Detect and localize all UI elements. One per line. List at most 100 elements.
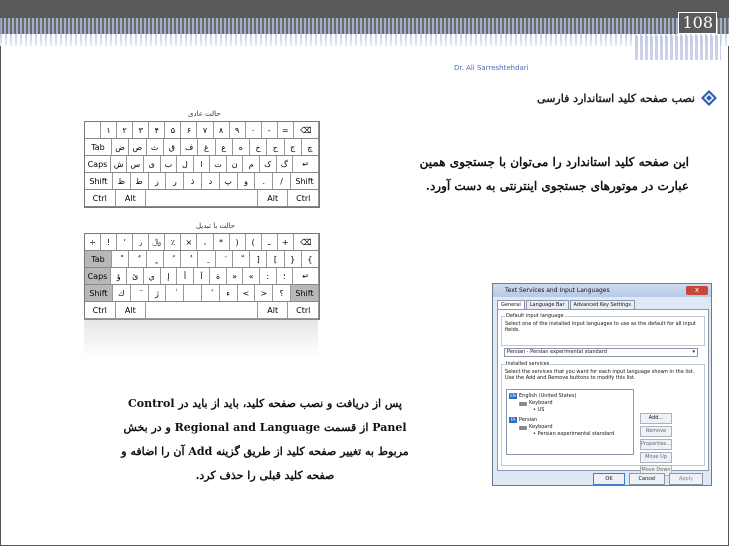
default-input-select[interactable]: Persian - Persian experimental standard … <box>504 348 698 357</box>
keyboard-key: Ctrl <box>288 190 319 206</box>
keyboard-key: ، <box>197 234 214 250</box>
keyboard-key: ک <box>260 156 277 172</box>
keyboard-key: } <box>285 251 302 267</box>
tree-lang-persian[interactable]: Persian <box>519 417 537 423</box>
keyboard-key: { <box>302 251 319 267</box>
keyboard-key: ( <box>246 234 262 250</box>
tab-advanced-key-settings[interactable]: Advanced Key Settings <box>569 300 635 309</box>
close-button[interactable]: x <box>686 286 708 295</box>
slide-heading: نصب صفحه کلید استاندارد فارسی <box>537 92 695 105</box>
apply-button[interactable]: Apply <box>669 473 703 485</box>
keyboard-key: ۱ <box>101 122 118 138</box>
ok-button[interactable]: OK <box>593 473 625 485</box>
keyboard-key: ة <box>210 268 227 284</box>
language-en-icon: EN <box>509 393 517 399</box>
keyboard-key: ‌ <box>184 285 202 301</box>
keyboard-key: ـ <box>262 234 278 250</box>
keyboard-key: * <box>214 234 230 250</box>
installed-services-desc: Select the services that you want for ea… <box>505 369 695 381</box>
keyboard-key: Shift <box>85 285 113 301</box>
keyboard-key: ؟ <box>273 285 292 301</box>
keyboard-key: ا <box>194 156 211 172</box>
page-number: 108 <box>678 12 717 34</box>
keyboard-key: ۵ <box>165 122 182 138</box>
keyboard-key: « <box>243 268 260 284</box>
keyboard-key: [ <box>267 251 285 267</box>
keyboard-key: ] <box>250 251 268 267</box>
keyboard-key: ث <box>147 139 164 155</box>
keyboard-key: آ <box>194 268 211 284</box>
tree-keyboard-persian[interactable]: Keyboard <box>529 424 553 430</box>
keyboard-key: ۲ <box>117 122 134 138</box>
tab-language-bar[interactable]: Language Bar <box>525 300 569 309</box>
add-button[interactable]: Add... <box>640 413 672 424</box>
keyboard-key: > <box>255 285 274 301</box>
move-up-button[interactable]: Move Up <box>640 452 672 463</box>
keyboard-key: ی <box>144 156 161 172</box>
tree-lang-english[interactable]: English (United States) <box>519 393 576 399</box>
keyboard-key: ل <box>177 156 194 172</box>
keyboard-key: ه <box>233 139 250 155</box>
keyboard-key: Tab <box>85 139 112 155</box>
keyboard-key: Shift <box>291 285 319 301</box>
keyboard-key: ↵ <box>293 156 319 172</box>
keyboard-key: ٍ <box>147 251 164 267</box>
keyboard-key: ۴ <box>149 122 166 138</box>
keyboard-key: ّ <box>233 251 250 267</box>
keyboard-key: ؛ <box>277 268 294 284</box>
keyboard-key: ﷼ <box>149 234 166 250</box>
tree-keyboard-english[interactable]: Keyboard <box>529 400 553 406</box>
keyboard-key: ن <box>227 156 244 172</box>
keyboard-key: ي <box>144 268 161 284</box>
cancel-button[interactable]: Cancel <box>629 473 665 485</box>
keyboard-key: ) <box>230 234 246 250</box>
properties-button[interactable]: Properties... <box>640 439 672 450</box>
keyboard-key: چ <box>302 139 319 155</box>
keyboard-key: - <box>262 122 278 138</box>
diamond-bullet-icon <box>701 90 717 106</box>
keyboard-key: Ctrl <box>85 190 116 206</box>
tree-item-us-label: US <box>537 407 545 413</box>
keyboard-icon <box>519 402 527 406</box>
keyboard-key: د <box>202 173 220 189</box>
tree-item-us[interactable]: • US <box>533 407 544 413</box>
decorative-blocks <box>635 36 721 60</box>
keyboard-shift: ÷!٬٫﷼٪×،*)(ـ+⌫Tabًٌٍَُِّْ][}{Capsؤئيإأآة… <box>84 233 320 320</box>
keyboard-key: خ <box>250 139 268 155</box>
keyboard-key: ٌ <box>129 251 147 267</box>
keyboard-key: ۷ <box>197 122 214 138</box>
keyboard-row: Tabًٌٍَُِّْ][}{ <box>85 251 319 268</box>
keyboard-key: ُ <box>181 251 199 267</box>
keyboard-key: ! <box>101 234 118 250</box>
remove-button[interactable]: Remove <box>640 426 672 437</box>
keyboard-key: ٫ <box>133 234 150 250</box>
tab-general[interactable]: General <box>497 300 525 309</box>
keyboard-key: ق <box>164 139 181 155</box>
default-input-value: Persian - Persian experimental standard <box>507 349 607 355</box>
keyboard-key: < <box>238 285 256 301</box>
keyboard-key: ۶ <box>181 122 198 138</box>
keyboard-key: غ <box>198 139 216 155</box>
default-input-title: Default input language <box>505 313 565 319</box>
keyboard-row: Caps ش س ی ب ل ا ت ن م ک گ ↵ <box>85 156 319 173</box>
tree-item-persian-standard[interactable]: • Persian experimental standard <box>533 431 614 437</box>
keyboard-key: ك <box>113 285 131 301</box>
dialog-tabs: General Language Bar Advanced Key Settin… <box>497 300 707 309</box>
keyboard-key <box>146 190 258 206</box>
keyboard-key: ⌫ <box>294 122 319 138</box>
keyboard-key: ص <box>129 139 147 155</box>
keyboard-shift-title: حالت با تبدیل <box>196 222 235 230</box>
keyboard-key: ء <box>220 285 238 301</box>
keyboard-row: ÷! ٬ ٫ ﷼ ٪ × ، *)(ـ + ⌫ <box>85 234 319 251</box>
keyboard-key: إ <box>161 268 178 284</box>
keyboard-key: ↵ <box>293 268 319 284</box>
keyboard-key: ت <box>210 156 227 172</box>
keyboard-key: ْ <box>112 251 130 267</box>
keyboard-key: ع <box>216 139 233 155</box>
paragraph-top: این صفحه کلید استاندارد را می‌توان با جس… <box>419 155 689 193</box>
keyboard-key: ۸ <box>214 122 230 138</box>
keyboard-key: Caps <box>85 268 111 284</box>
services-tree[interactable]: EN English (United States) Keyboard • US… <box>506 389 634 455</box>
keyboard-key: + <box>278 234 294 250</box>
language-fa-icon: FA <box>509 417 517 423</box>
